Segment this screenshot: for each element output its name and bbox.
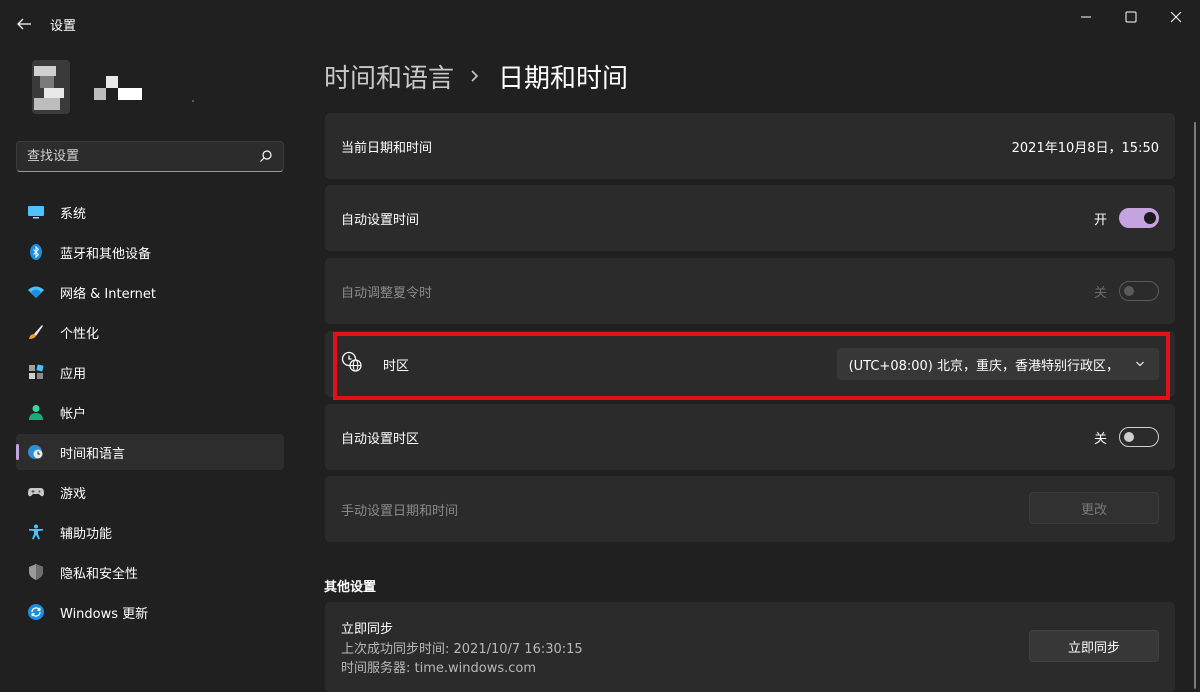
wifi-icon <box>28 286 44 298</box>
sync-title: 立即同步 <box>341 622 394 637</box>
sidebar-item-label: 应用 <box>60 367 87 382</box>
time-server-text: 时间服务器: time.windows.com <box>341 661 537 676</box>
other-settings-heading: 其他设置 <box>324 580 377 595</box>
sidebar-item-accessibility[interactable]: 辅助功能 <box>16 514 284 550</box>
sidebar-item-apps[interactable]: 应用 <box>16 354 284 390</box>
sidebar-item-time-language[interactable]: 时间和语言 <box>16 434 284 470</box>
sync-now-button[interactable]: 立即同步 <box>1029 630 1159 662</box>
auto-timezone-toggle[interactable] <box>1119 427 1159 447</box>
scrollbar[interactable] <box>1194 122 1196 689</box>
auto-timezone-label: 自动设置时区 <box>341 432 420 447</box>
timezone-dropdown[interactable]: (UTC+08:00) 北京，重庆，香港特别行政区， <box>836 348 1159 380</box>
close-icon[interactable] <box>1158 6 1194 28</box>
sidebar-item-label: 蓝牙和其他设备 <box>60 247 152 262</box>
sidebar-item-label: 系统 <box>60 207 87 222</box>
auto-timezone-card: 自动设置时区 关 <box>325 404 1175 470</box>
auto-dst-toggle <box>1119 281 1159 301</box>
chevron-down-icon <box>1136 361 1144 367</box>
monitor-icon <box>28 206 44 219</box>
current-datetime-card: 当前日期和时间 2021年10月8日，15:50 <box>325 113 1175 179</box>
update-icon <box>28 604 44 620</box>
manual-datetime-card: 手动设置日期和时间 更改 <box>325 476 1175 542</box>
app-title: 设置 <box>50 19 77 34</box>
auto-dst-label: 自动调整夏令时 <box>341 286 433 301</box>
sidebar-item-label: 辅助功能 <box>60 527 113 542</box>
sidebar-item-privacy[interactable]: 隐私和安全性 <box>16 554 284 590</box>
auto-time-toggle-group: 开 <box>1094 208 1159 228</box>
sidebar-item-label: 帐户 <box>60 407 87 422</box>
sidebar-item-accounts[interactable]: 帐户 <box>16 394 284 430</box>
sidebar-item-label: Windows 更新 <box>60 607 149 622</box>
current-datetime-value: 2021年10月8日，15:50 <box>1011 141 1159 156</box>
sidebar-item-label: 隐私和安全性 <box>60 567 139 582</box>
auto-timezone-state: 关 <box>1093 431 1107 447</box>
last-sync-text: 上次成功同步时间: 2021/10/7 16:30:15 <box>341 642 583 657</box>
current-datetime-label: 当前日期和时间 <box>341 141 433 156</box>
search-box <box>16 141 284 172</box>
sidebar-item-label: 时间和语言 <box>60 447 126 462</box>
user-profile-avatar[interactable] <box>20 58 200 118</box>
auto-dst-state: 关 <box>1093 285 1107 301</box>
shield-icon <box>29 564 43 580</box>
auto-time-state: 开 <box>1093 212 1107 228</box>
search-input[interactable] <box>17 142 247 171</box>
auto-time-card: 自动设置时间 开 <box>325 185 1175 251</box>
auto-time-toggle[interactable] <box>1119 208 1159 228</box>
sidebar-item-windows-update[interactable]: Windows 更新 <box>16 594 284 630</box>
page-title: 日期和时间 <box>498 63 629 94</box>
sidebar-item-label: 游戏 <box>60 487 87 502</box>
sidebar-item-label: 网络 & Internet <box>60 287 157 302</box>
sidebar-item-label: 个性化 <box>60 327 100 342</box>
manual-datetime-label: 手动设置日期和时间 <box>341 504 459 519</box>
breadcrumb-parent-link[interactable]: 时间和语言 <box>324 58 454 95</box>
brush-icon <box>29 325 43 339</box>
gamepad-icon <box>28 488 44 497</box>
timezone-globe-clock-icon <box>341 351 362 372</box>
sidebar-item-personalization[interactable]: 个性化 <box>16 314 284 350</box>
maximize-icon[interactable] <box>1113 6 1149 28</box>
auto-dst-toggle-group: 关 <box>1094 281 1159 301</box>
search-icon[interactable] <box>259 149 273 163</box>
breadcrumb: 时间和语言 日期和时间 <box>324 56 628 96</box>
timezone-card: 时区 (UTC+08:00) 北京，重庆，香港特别行政区， <box>325 331 1175 397</box>
auto-timezone-toggle-group: 关 <box>1094 427 1159 447</box>
toggle-knob <box>1124 432 1134 442</box>
auto-time-label: 自动设置时间 <box>341 213 420 228</box>
timezone-selected-value: (UTC+08:00) 北京，重庆，香港特别行政区， <box>848 358 1119 374</box>
sidebar-item-gaming[interactable]: 游戏 <box>16 474 284 510</box>
toggle-knob <box>1124 286 1134 296</box>
minimize-icon[interactable] <box>1068 6 1104 28</box>
person-icon <box>29 405 43 420</box>
bluetooth-icon <box>30 244 42 260</box>
timezone-label: 时区 <box>383 359 410 374</box>
globe-clock-icon <box>28 445 43 459</box>
auto-dst-card: 自动调整夏令时 关 <box>325 258 1175 324</box>
sidebar-item-system[interactable]: 系统 <box>16 194 284 230</box>
sidebar-item-network[interactable]: 网络 & Internet <box>16 274 284 310</box>
toggle-knob <box>1144 212 1156 224</box>
sidebar-item-bluetooth[interactable]: 蓝牙和其他设备 <box>16 234 284 270</box>
change-button: 更改 <box>1029 492 1159 524</box>
sidebar-nav: 系统 蓝牙和其他设备 网络 & Internet 个性化 应用 帐户 时间和语言… <box>16 194 284 634</box>
back-arrow-icon[interactable] <box>12 12 36 36</box>
apps-icon <box>29 364 44 379</box>
chevron-right-icon <box>471 70 479 82</box>
accessibility-icon <box>29 524 43 540</box>
title-bar: 设置 <box>0 0 1200 46</box>
sync-card: 立即同步 上次成功同步时间: 2021/10/7 16:30:15 时间服务器:… <box>325 602 1175 692</box>
